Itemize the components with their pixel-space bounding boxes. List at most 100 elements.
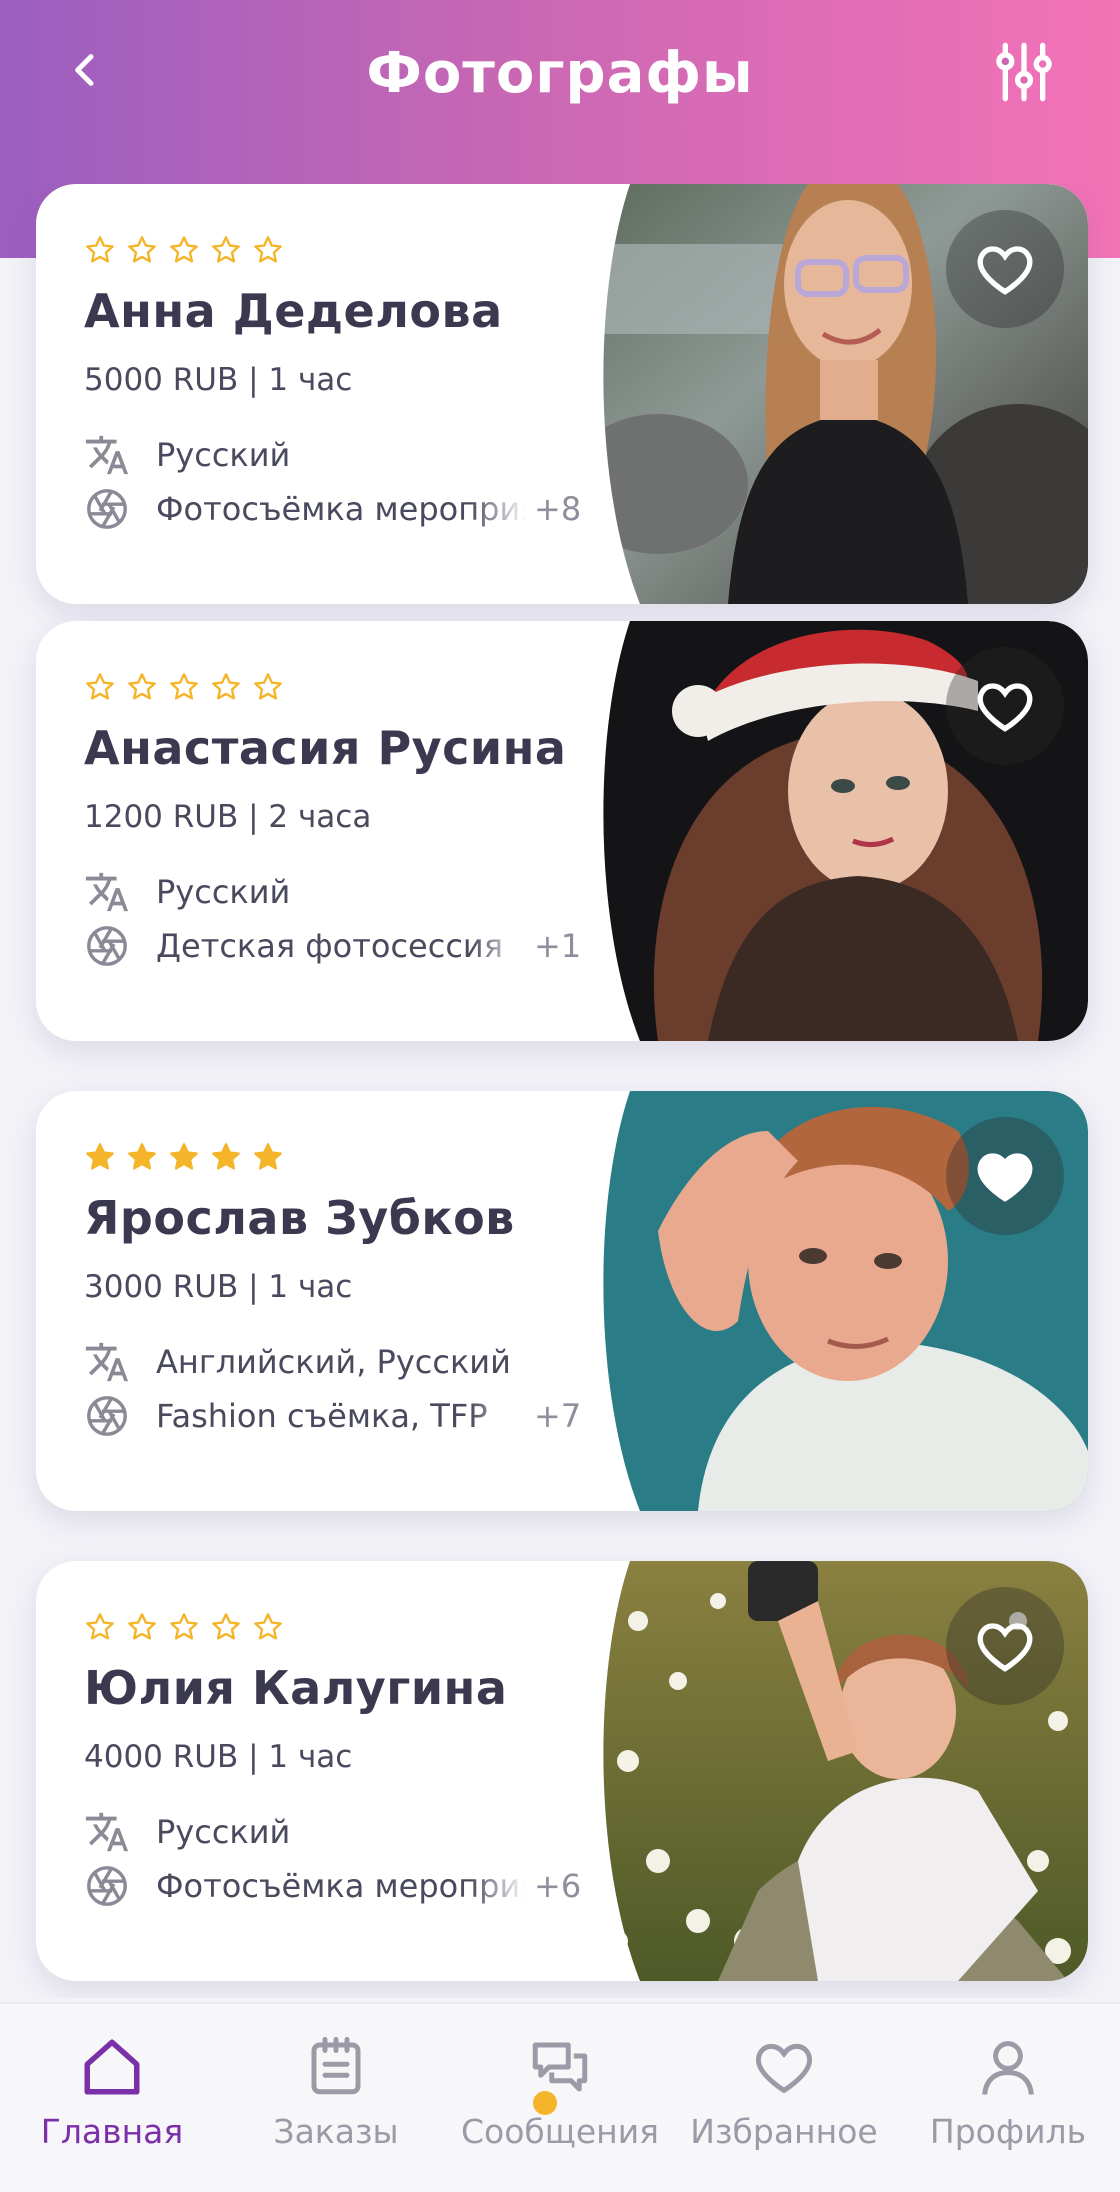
photographer-photo: [598, 1091, 1088, 1511]
top-bar: Фотографы: [0, 0, 1120, 146]
card-info: Анна Деделова 5000 RUB | 1 час Русский Ф…: [84, 184, 644, 604]
photographer-name: Анастасия Русина: [84, 721, 567, 775]
star-outline-icon: [170, 236, 198, 263]
photographers-list[interactable]: Анна Деделова 5000 RUB | 1 час Русский Ф…: [0, 0, 1120, 1998]
chevron-left-icon: [75, 54, 94, 86]
rating-stars: [84, 234, 284, 266]
card-info: Анастасия Русина 1200 RUB | 2 часа Русск…: [84, 621, 644, 1041]
card-info: Ярослав Зубков 3000 RUB | 1 час Английск…: [84, 1091, 644, 1511]
photographer-photo: [598, 621, 1088, 1041]
heart-icon: [756, 2043, 812, 2094]
more-count[interactable]: +1: [534, 927, 581, 965]
rating-stars: [84, 1611, 284, 1643]
photographer-card[interactable]: Анастасия Русина 1200 RUB | 2 часа Русск…: [36, 621, 1088, 1041]
star-outline-icon: [254, 673, 282, 700]
photo-curve-mask: [598, 621, 640, 1041]
heart-outline-icon: [977, 1623, 1033, 1672]
favorite-button[interactable]: [946, 210, 1064, 328]
price-label: 5000 RUB | 1 час: [84, 362, 353, 398]
star-filled-icon: [170, 1143, 198, 1170]
photo-curve-mask: [598, 1091, 640, 1511]
photographer-name: Юлия Калугина: [84, 1661, 508, 1715]
photographer-photo: [598, 184, 1088, 604]
star-outline-icon: [86, 236, 114, 263]
tab-label: Профиль: [929, 2112, 1087, 2151]
tab-messages[interactable]: Сообщения: [448, 2004, 672, 2192]
photo-curve-mask: [598, 184, 640, 604]
filter-button[interactable]: [988, 36, 1060, 108]
translate-icon: [85, 435, 129, 475]
star-outline-icon: [170, 1613, 198, 1640]
star-filled-icon: [128, 1143, 156, 1170]
translate-icon: [85, 1812, 129, 1852]
more-count[interactable]: +6: [534, 1867, 581, 1905]
photographer-name: Анна Деделова: [84, 284, 503, 338]
star-outline-icon: [212, 1613, 240, 1640]
orders-icon: [311, 2037, 361, 2095]
price-label: 4000 RUB | 1 час: [84, 1739, 353, 1775]
sliders-icon: [996, 42, 1052, 102]
specialty-row: Детская фотосессия +1: [84, 923, 581, 969]
specialty-row: Fashion съёмка, TFP +7: [84, 1393, 581, 1439]
translate-icon: [85, 872, 129, 912]
tab-home[interactable]: Главная: [0, 2004, 224, 2192]
specialty-text: Детская фотосессия: [156, 927, 503, 965]
translate-icon: [85, 1342, 129, 1382]
heart-outline-icon: [977, 246, 1033, 295]
bottom-tab-bar: Главная Заказы Сообщения Избранное Профи…: [0, 2002, 1120, 2192]
favorite-button[interactable]: [946, 1117, 1064, 1235]
specialty-text: Fashion съёмка, TFP: [156, 1397, 488, 1435]
more-count[interactable]: +7: [534, 1397, 581, 1435]
photographer-name: Ярослав Зубков: [84, 1191, 515, 1245]
star-outline-icon: [128, 673, 156, 700]
tab-orders[interactable]: Заказы: [224, 2004, 448, 2192]
star-outline-icon: [128, 1613, 156, 1640]
more-count[interactable]: +8: [534, 490, 581, 528]
specialty-row: Фотосъёмка мероприятий +6: [84, 1863, 581, 1909]
back-button[interactable]: [56, 38, 116, 102]
specialty-row: Фотосъёмка мероприятий +8: [84, 486, 581, 532]
star-outline-icon: [128, 236, 156, 263]
tab-label: Сообщения: [460, 2112, 660, 2151]
price-label: 1200 RUB | 2 часа: [84, 799, 372, 835]
star-outline-icon: [212, 673, 240, 700]
languages-text: Русский: [156, 436, 291, 474]
aperture-icon: [87, 926, 127, 966]
price-label: 3000 RUB | 1 час: [84, 1269, 353, 1305]
star-outline-icon: [254, 236, 282, 263]
favorite-button[interactable]: [946, 647, 1064, 765]
photographer-card[interactable]: Юлия Калугина 4000 RUB | 1 час Русский Ф…: [36, 1561, 1088, 1981]
star-filled-icon: [86, 1143, 114, 1170]
page-title: Фотографы: [366, 40, 754, 106]
star-outline-icon: [86, 673, 114, 700]
rating-stars: [84, 671, 284, 703]
tab-favorites[interactable]: Избранное: [672, 2004, 896, 2192]
star-outline-icon: [170, 673, 198, 700]
languages-text: Русский: [156, 873, 291, 911]
tab-label: Заказы: [273, 2112, 399, 2151]
star-outline-icon: [86, 1613, 114, 1640]
heart-outline-icon: [977, 683, 1033, 732]
rating-stars: [84, 1141, 284, 1173]
star-outline-icon: [212, 236, 240, 263]
aperture-icon: [87, 1396, 127, 1436]
tab-label: Главная: [40, 2112, 184, 2151]
home-icon: [84, 2039, 140, 2095]
favorite-button[interactable]: [946, 1587, 1064, 1705]
tab-label: Избранное: [690, 2112, 878, 2151]
specialty-text: Фотосъёмка мероприятий: [156, 1867, 526, 1905]
photographer-card[interactable]: Анна Деделова 5000 RUB | 1 час Русский Ф…: [36, 184, 1088, 604]
card-info: Юлия Калугина 4000 RUB | 1 час Русский Ф…: [84, 1561, 644, 1981]
languages-text: Русский: [156, 1813, 291, 1851]
star-filled-icon: [254, 1143, 282, 1170]
photographer-card[interactable]: Ярослав Зубков 3000 RUB | 1 час Английск…: [36, 1091, 1088, 1511]
aperture-icon: [87, 489, 127, 529]
tab-profile[interactable]: Профиль: [896, 2004, 1120, 2192]
star-filled-icon: [212, 1143, 240, 1170]
heart-filled-icon: [977, 1153, 1033, 1202]
photographer-photo: [598, 1561, 1088, 1981]
languages-row: Русский: [84, 869, 290, 915]
languages-row: Русский: [84, 1809, 290, 1855]
specialty-text: Фотосъёмка мероприятий: [156, 490, 526, 528]
profile-icon: [982, 2041, 1034, 2095]
